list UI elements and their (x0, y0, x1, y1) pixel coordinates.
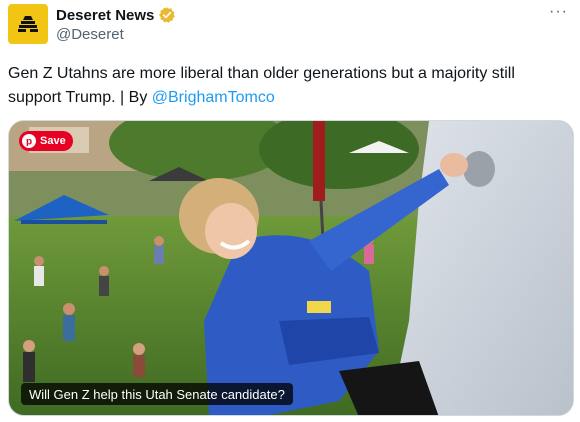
svg-text:p: p (26, 137, 32, 147)
media-card[interactable]: p Save Will Gen Z help this Utah Senate … (8, 120, 574, 416)
handle[interactable]: @Deseret (56, 26, 124, 43)
pinterest-save-button[interactable]: p Save (19, 131, 73, 151)
more-options-icon[interactable]: ··· (549, 3, 568, 21)
display-name[interactable]: Deseret News (56, 7, 154, 24)
mention-link[interactable]: @BrighamTomco (152, 89, 275, 106)
verified-badge-icon (159, 7, 176, 23)
avatar[interactable] (8, 4, 48, 44)
pinterest-icon: p (22, 134, 36, 148)
media-caption: Will Gen Z help this Utah Senate candida… (21, 383, 293, 405)
tweet-text: Gen Z Utahns are more liberal than older… (8, 62, 568, 110)
beehive-icon (18, 16, 38, 32)
author-name-row: Deseret News (56, 6, 176, 24)
save-label: Save (40, 135, 66, 147)
photo (9, 121, 573, 415)
